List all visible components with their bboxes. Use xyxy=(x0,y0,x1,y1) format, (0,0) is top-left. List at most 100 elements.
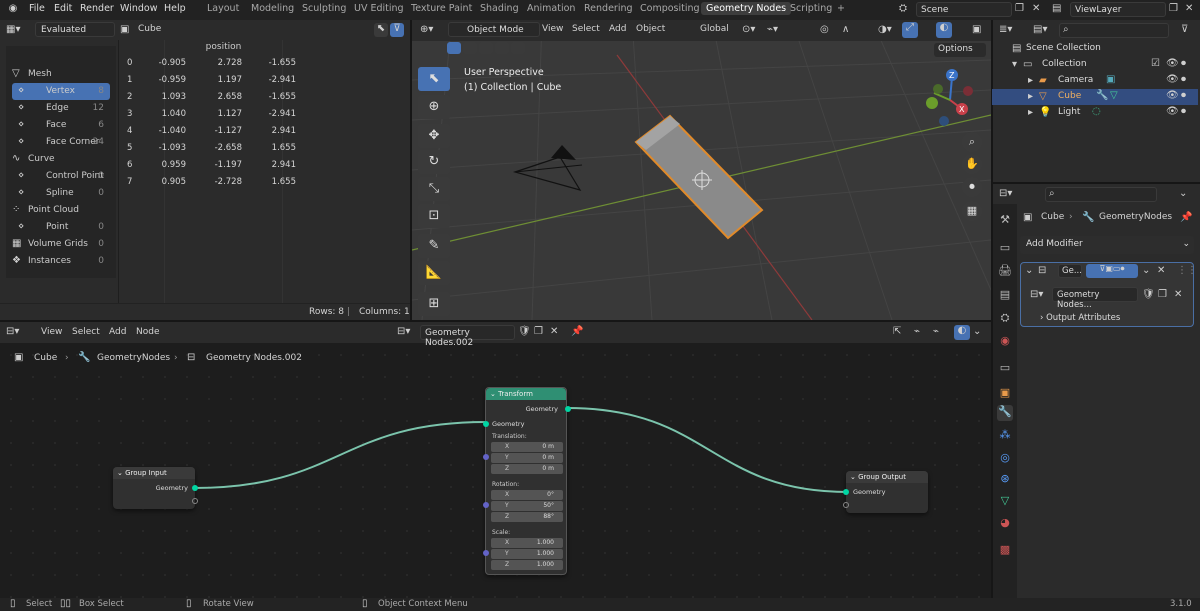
group-output-empty-socket[interactable] xyxy=(843,502,849,508)
new-viewlayer-icon[interactable]: ❐ xyxy=(1169,3,1178,14)
outliner-search-input[interactable] xyxy=(1059,23,1169,38)
data-set-item[interactable]: ⋄ Face 6 xyxy=(12,117,110,134)
render-camera-icon[interactable]: ⏺ xyxy=(1181,74,1186,85)
outliner-item-light[interactable]: ▸ 💡 Light ◌ 👁 ⏺ xyxy=(992,105,1198,121)
tab-animation[interactable]: Animation xyxy=(527,3,575,14)
eye-icon[interactable]: 👁 xyxy=(1166,106,1179,117)
tab-rendering[interactable]: Rendering xyxy=(584,3,633,14)
tab-texture-paint[interactable]: Texture Paint xyxy=(411,3,472,14)
tab-modeling[interactable]: Modeling xyxy=(251,3,294,14)
editor-type-icon[interactable]: ≣▾ xyxy=(999,24,1012,35)
gizmo-icon[interactable]: ⤢ xyxy=(902,22,918,38)
new-scene-icon[interactable]: ❐ xyxy=(1015,3,1024,14)
mesh-data-icon[interactable]: ▽ xyxy=(1110,90,1118,101)
translation-x-field[interactable]: X0 m xyxy=(491,442,563,452)
tab-uv-editing[interactable]: UV Editing xyxy=(354,3,404,14)
rotation-y-field[interactable]: Y 50° xyxy=(491,501,563,511)
data-tab-icon[interactable]: ▽ xyxy=(997,494,1013,510)
group-output-geometry-socket[interactable] xyxy=(843,489,849,495)
outliner-scene-collection[interactable]: ▤ Scene Collection xyxy=(992,41,1198,57)
unlink-icon[interactable]: ✕ xyxy=(1174,289,1182,300)
render-tab-icon[interactable]: ▭ xyxy=(997,241,1013,257)
material-tab-icon[interactable]: ◕ xyxy=(997,516,1013,532)
data-set-item[interactable]: ⋄ Control Point 0 xyxy=(12,168,110,185)
group-input-empty-socket[interactable] xyxy=(192,498,198,504)
group-input-node[interactable]: ⌄ Group Input Geometry xyxy=(113,467,198,509)
group-input-geometry-socket[interactable] xyxy=(192,485,198,491)
add-modifier-dropdown[interactable]: Add Modifier ⌄ xyxy=(1020,236,1194,254)
navigation-gizmo[interactable]: Z X xyxy=(920,65,980,135)
menu-window[interactable]: Window xyxy=(120,3,157,14)
particles-tab-icon[interactable]: ⁂ xyxy=(997,428,1013,444)
data-set-item[interactable]: ❖ Instances 0 xyxy=(6,253,110,270)
modifier-dropdown-icon[interactable]: ⌄ xyxy=(1142,265,1150,276)
group-output-node[interactable]: ⌄ Group Output Geometry xyxy=(843,471,928,513)
render-camera-icon[interactable]: ⏺ xyxy=(1181,90,1186,101)
tab-geometry-nodes[interactable]: Geometry Nodes xyxy=(701,2,792,15)
scene-tab-icon[interactable]: ⛭ xyxy=(997,311,1013,327)
blender-logo-icon[interactable]: ◉ xyxy=(6,3,20,14)
delete-scene-icon[interactable]: ✕ xyxy=(1032,3,1040,14)
options-icon[interactable]: ⌄ xyxy=(1179,188,1187,199)
editor-type-icon[interactable]: ▦▾ xyxy=(6,24,20,35)
scale-y-field[interactable]: Y 1.000 xyxy=(491,549,563,559)
scene-icon[interactable]: ⛭ xyxy=(899,3,907,14)
output-attributes-panel[interactable]: › Output Attributes xyxy=(1040,313,1120,323)
measure-tool-icon[interactable]: 📐 xyxy=(418,261,450,285)
fake-user-icon[interactable]: 🛡 xyxy=(1142,289,1155,300)
properties-search-input[interactable] xyxy=(1045,187,1157,202)
falloff-icon[interactable]: ∧ xyxy=(842,24,849,35)
select-intersect-icon[interactable] xyxy=(511,42,525,54)
rotate-tool-icon[interactable]: ↻ xyxy=(418,150,450,174)
data-set-item[interactable]: ⁘ Point Cloud xyxy=(6,202,110,219)
cursor-tool-icon[interactable]: ⊕ xyxy=(418,95,450,119)
outliner-collection[interactable]: ▾ ▭ Collection ☑ 👁 ⏺ xyxy=(992,57,1198,73)
data-set-item[interactable]: ⋄ Edge 12 xyxy=(12,100,110,117)
tab-scripting[interactable]: Scripting xyxy=(790,3,832,14)
light-data-icon[interactable]: ◌ xyxy=(1092,106,1101,117)
drag-handle-icon[interactable]: ⋮⋮ xyxy=(1177,265,1197,276)
translation-z-field[interactable]: Z0 m xyxy=(491,464,563,474)
options-dropdown[interactable]: Options xyxy=(934,43,986,57)
editor-type-icon[interactable]: ⊟▾ xyxy=(999,188,1012,199)
transform-output-socket[interactable] xyxy=(565,406,571,412)
texture-tab-icon[interactable]: ▩ xyxy=(997,543,1013,559)
zoom-icon[interactable]: ⌕ xyxy=(962,132,982,152)
snap-icon[interactable]: ⌁▾ xyxy=(767,24,778,35)
eye-icon[interactable]: 👁 xyxy=(1166,90,1179,101)
camera-object[interactable] xyxy=(512,145,583,191)
display-mode-icon[interactable]: ▤▾ xyxy=(1033,24,1047,35)
object-mode-dropdown[interactable]: Object Mode xyxy=(448,22,540,37)
menu-edit[interactable]: Edit xyxy=(54,3,72,14)
modifier-display-toggles[interactable]: ⊽▣▭⏺ xyxy=(1086,264,1138,278)
select-box-tool-icon[interactable]: ⬉ xyxy=(418,67,450,91)
pivot-icon[interactable]: ⊙▾ xyxy=(742,24,755,35)
data-set-item[interactable]: ⋄ Vertex 8 xyxy=(12,83,110,100)
viewport-menu-select[interactable]: Select xyxy=(572,24,600,34)
remove-modifier-icon[interactable]: ✕ xyxy=(1157,265,1165,276)
menu-file[interactable]: File xyxy=(29,3,45,14)
viewlayer-icon[interactable]: ▤ xyxy=(1052,3,1061,14)
menu-render[interactable]: Render xyxy=(80,3,114,14)
tab-compositing[interactable]: Compositing xyxy=(640,3,700,14)
add-workspace-button[interactable]: + xyxy=(837,3,845,14)
select-new-icon[interactable] xyxy=(447,42,461,54)
scale-z-field[interactable]: Z 1.000 xyxy=(491,560,563,570)
tab-sculpting[interactable]: Sculpting xyxy=(302,3,346,14)
camera-data-icon[interactable]: ▣ xyxy=(1106,74,1115,85)
column-header-position[interactable]: position xyxy=(165,42,282,52)
node-group-selector[interactable]: Geometry Nodes... xyxy=(1052,287,1138,310)
perspective-toggle-icon[interactable]: ▦ xyxy=(962,201,982,221)
data-set-item[interactable]: ⋄ Face Corner 24 xyxy=(12,134,110,151)
3d-viewport[interactable]: ⊕▾ Object Mode View Select Add Object Gl… xyxy=(412,20,991,320)
translation-y-field[interactable]: Y0 m xyxy=(491,453,563,463)
select-invert-icon[interactable] xyxy=(495,42,509,54)
outliner-item-camera[interactable]: ▸ ▰ Camera ▣ 👁 ⏺ xyxy=(992,73,1198,89)
rotation-x-field[interactable]: X 0° xyxy=(491,490,563,500)
checkbox-icon[interactable]: ☑ xyxy=(1151,58,1160,69)
transform-node[interactable]: ⌄ Transform Geometry Geometry Translatio… xyxy=(483,387,571,575)
overlay-icon[interactable]: ◐ xyxy=(936,22,952,38)
scale-socket[interactable] xyxy=(483,550,489,556)
data-set-item[interactable]: ⋄ Spline 0 xyxy=(12,185,110,202)
transform-input-socket[interactable] xyxy=(483,421,489,427)
